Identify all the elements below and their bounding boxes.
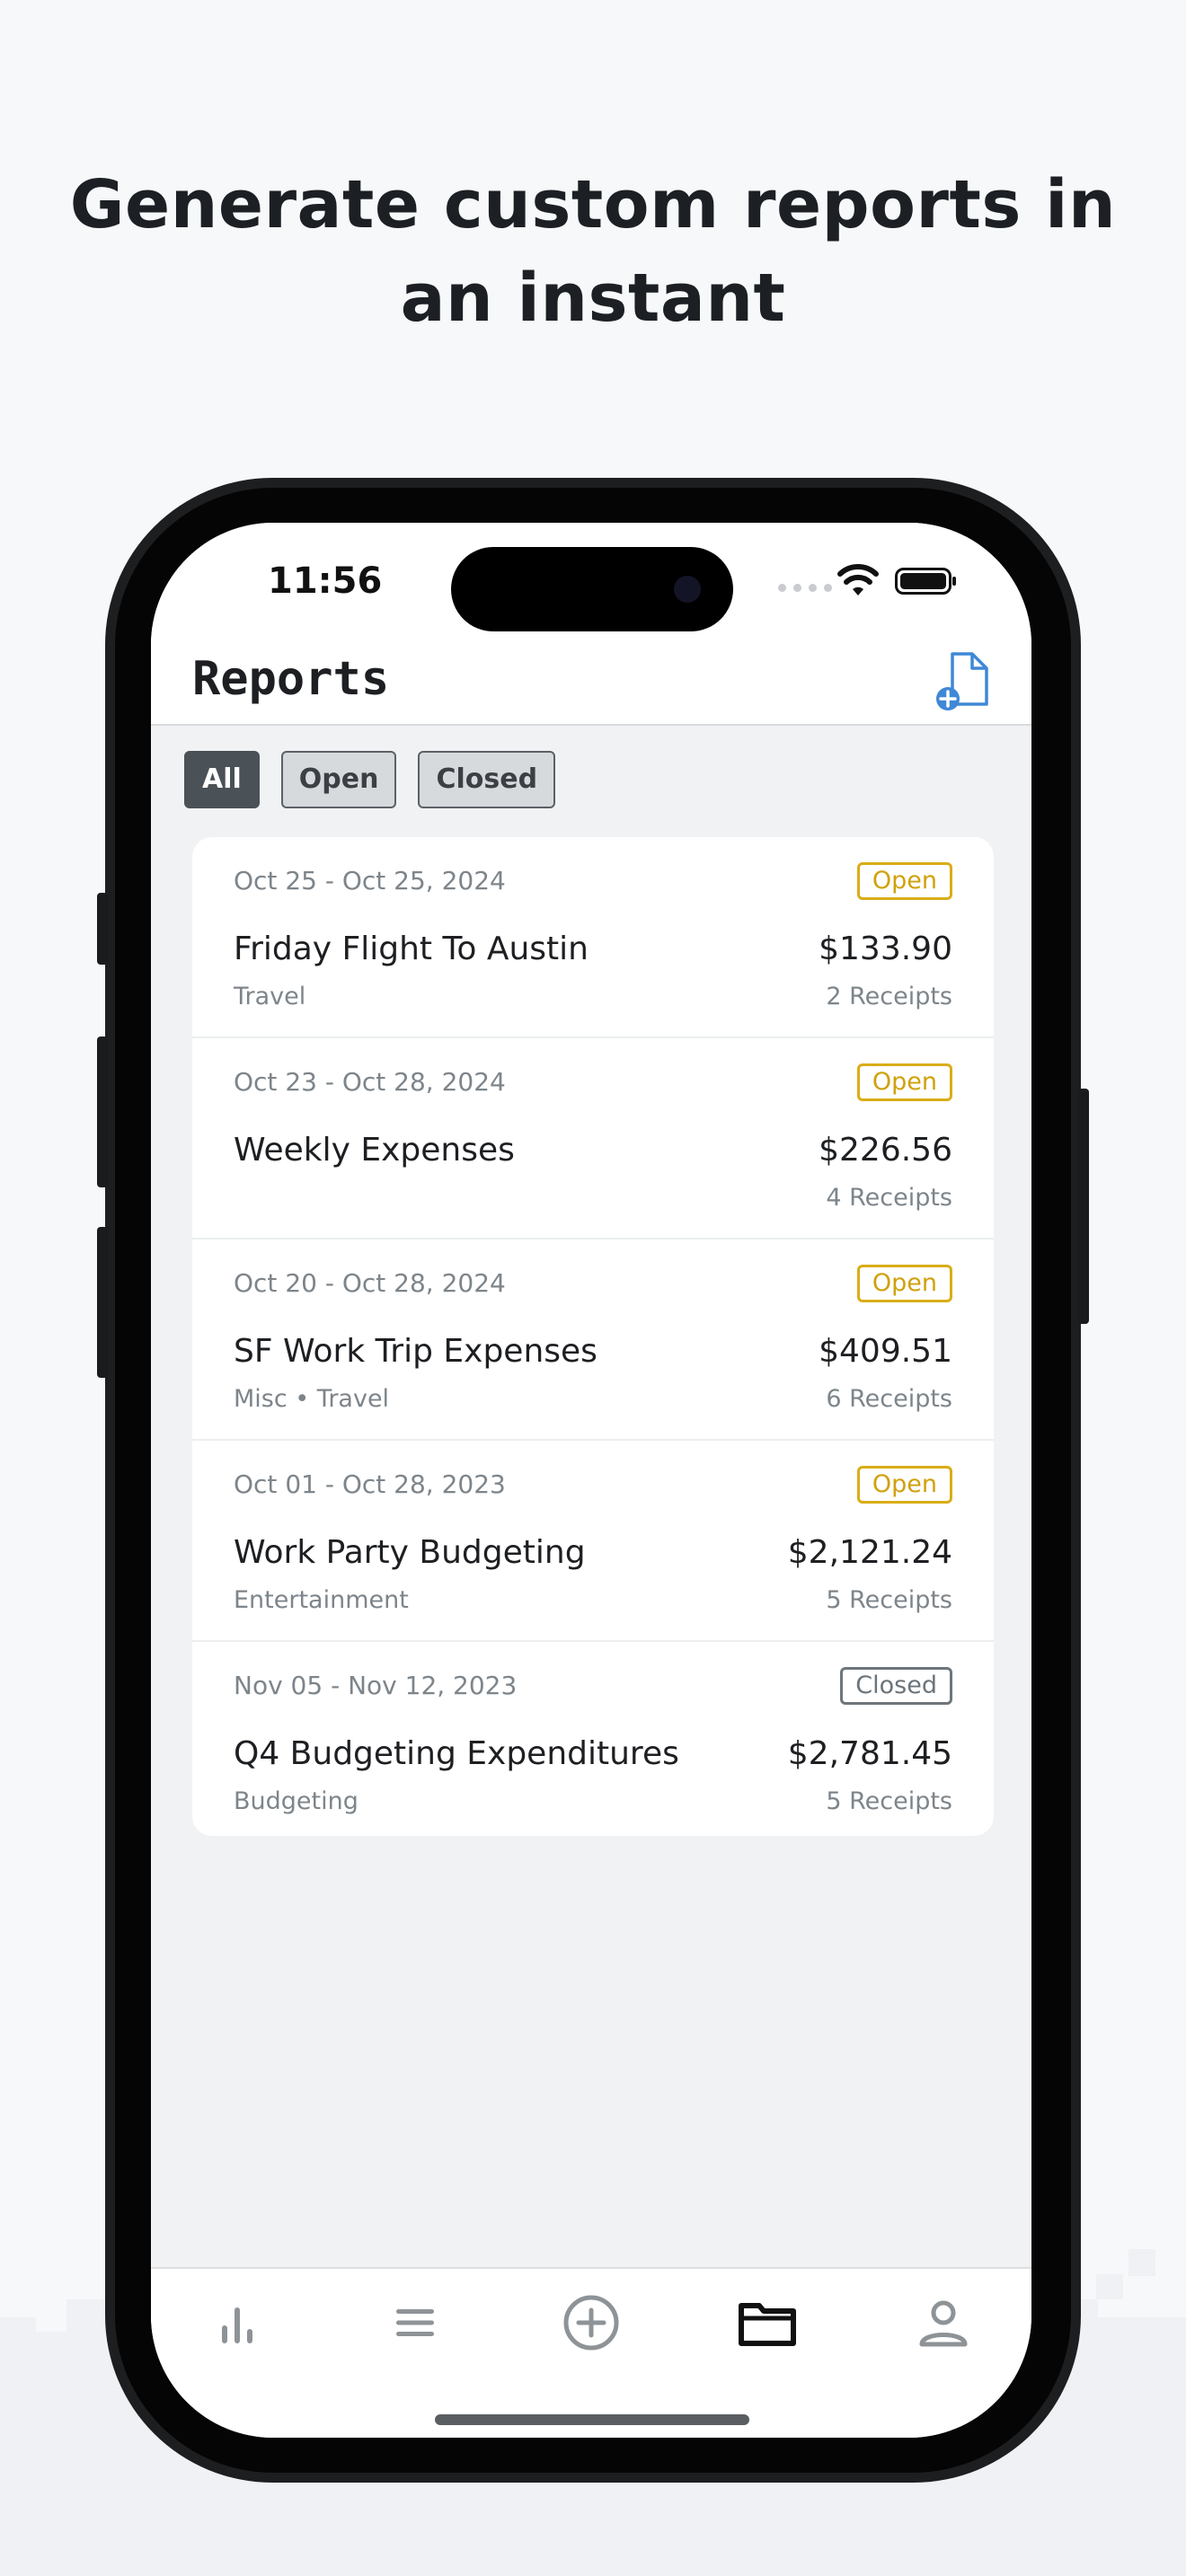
status-badge: Open (856, 1466, 952, 1504)
report-row[interactable]: Oct 23 - Oct 28, 2024 Open Weekly Expens… (192, 1037, 994, 1238)
marketing-headline: Generate custom reports in an instant (54, 158, 1132, 345)
report-name: Q4 Budgeting Expenditures (234, 1735, 679, 1772)
report-amount: $2,781.45 (787, 1735, 952, 1772)
report-date-range: Nov 05 - Nov 12, 2023 (234, 1671, 518, 1700)
report-name: Weekly Expenses (234, 1132, 515, 1169)
filter-closed-button[interactable]: Closed (418, 751, 556, 808)
report-row[interactable]: Oct 20 - Oct 28, 2024 Open SF Work Trip … (192, 1238, 994, 1439)
new-report-document-plus-icon (936, 652, 988, 710)
page-title: Reports (192, 652, 390, 706)
report-category: Budgeting (234, 1787, 358, 1815)
reports-list: Oct 25 - Oct 25, 2024 Open Friday Flight… (192, 837, 994, 1836)
status-badge: Open (856, 1063, 952, 1101)
app-screen: 11:56 Reports All Open Closed Oct 25 - O… (151, 523, 1031, 2438)
report-receipt-count: 2 Receipts (826, 983, 952, 1010)
report-row[interactable]: Nov 05 - Nov 12, 2023 Closed Q4 Budgetin… (192, 1640, 994, 1836)
report-receipt-count: 5 Receipts (826, 1787, 952, 1815)
report-date-range: Oct 25 - Oct 25, 2024 (234, 866, 506, 895)
report-date-range: Oct 01 - Oct 28, 2023 (234, 1469, 506, 1499)
folder-icon (739, 2303, 796, 2346)
report-date-range: Oct 20 - Oct 28, 2024 (234, 1268, 506, 1298)
report-category: Entertainment (234, 1586, 409, 1614)
tab-analytics[interactable] (194, 2287, 284, 2359)
camera-icon (674, 576, 701, 603)
status-badge: Closed (840, 1667, 952, 1705)
list-icon (396, 2309, 434, 2336)
tab-add[interactable] (546, 2287, 636, 2359)
report-amount: $409.51 (819, 1333, 952, 1370)
status-badge: Open (856, 1265, 952, 1302)
report-amount: $226.56 (819, 1132, 952, 1169)
status-bar: 11:56 (151, 523, 1031, 640)
bar-chart-icon (222, 2307, 252, 2343)
status-badge: Open (856, 862, 952, 900)
report-receipt-count: 5 Receipts (826, 1586, 952, 1614)
report-category: Travel (234, 983, 306, 1010)
tab-profile[interactable] (898, 2287, 988, 2359)
status-filter-bar: All Open Closed (184, 751, 556, 808)
navigation-bar: Reports (151, 640, 1031, 726)
filter-all-button[interactable]: All (184, 751, 260, 808)
report-receipt-count: 4 Receipts (826, 1184, 952, 1212)
tab-transactions[interactable] (370, 2287, 460, 2359)
report-name: Friday Flight To Austin (234, 931, 589, 967)
home-indicator (435, 2414, 749, 2425)
phone-volume-down-button (97, 1227, 108, 1378)
report-date-range: Oct 23 - Oct 28, 2024 (234, 1067, 506, 1097)
person-icon (919, 2300, 968, 2347)
report-name: SF Work Trip Expenses (234, 1333, 597, 1370)
new-report-button[interactable] (934, 650, 994, 711)
report-amount: $133.90 (819, 931, 952, 967)
phone-action-button (97, 893, 108, 965)
report-row[interactable]: Oct 25 - Oct 25, 2024 Open Friday Flight… (192, 837, 994, 1037)
headline-line-1: Generate custom reports in (69, 166, 1117, 243)
wifi-icon (837, 564, 879, 595)
report-receipt-count: 6 Receipts (826, 1385, 952, 1413)
report-category: Misc • Travel (234, 1385, 390, 1413)
report-amount: $2,121.24 (787, 1534, 952, 1571)
dynamic-island (451, 547, 733, 631)
filter-open-button[interactable]: Open (280, 751, 397, 808)
plus-circle-icon (563, 2295, 619, 2351)
report-row[interactable]: Oct 01 - Oct 28, 2023 Open Work Party Bu… (192, 1439, 994, 1640)
status-time: 11:56 (268, 560, 383, 602)
report-name: Work Party Budgeting (234, 1534, 586, 1571)
phone-power-button (1078, 1089, 1089, 1324)
battery-icon (895, 568, 956, 595)
cellular-signal-icon (778, 584, 832, 592)
tab-reports[interactable] (722, 2287, 812, 2359)
tab-bar (151, 2267, 1031, 2438)
phone-volume-up-button (97, 1037, 108, 1187)
headline-line-2: an instant (400, 260, 786, 337)
